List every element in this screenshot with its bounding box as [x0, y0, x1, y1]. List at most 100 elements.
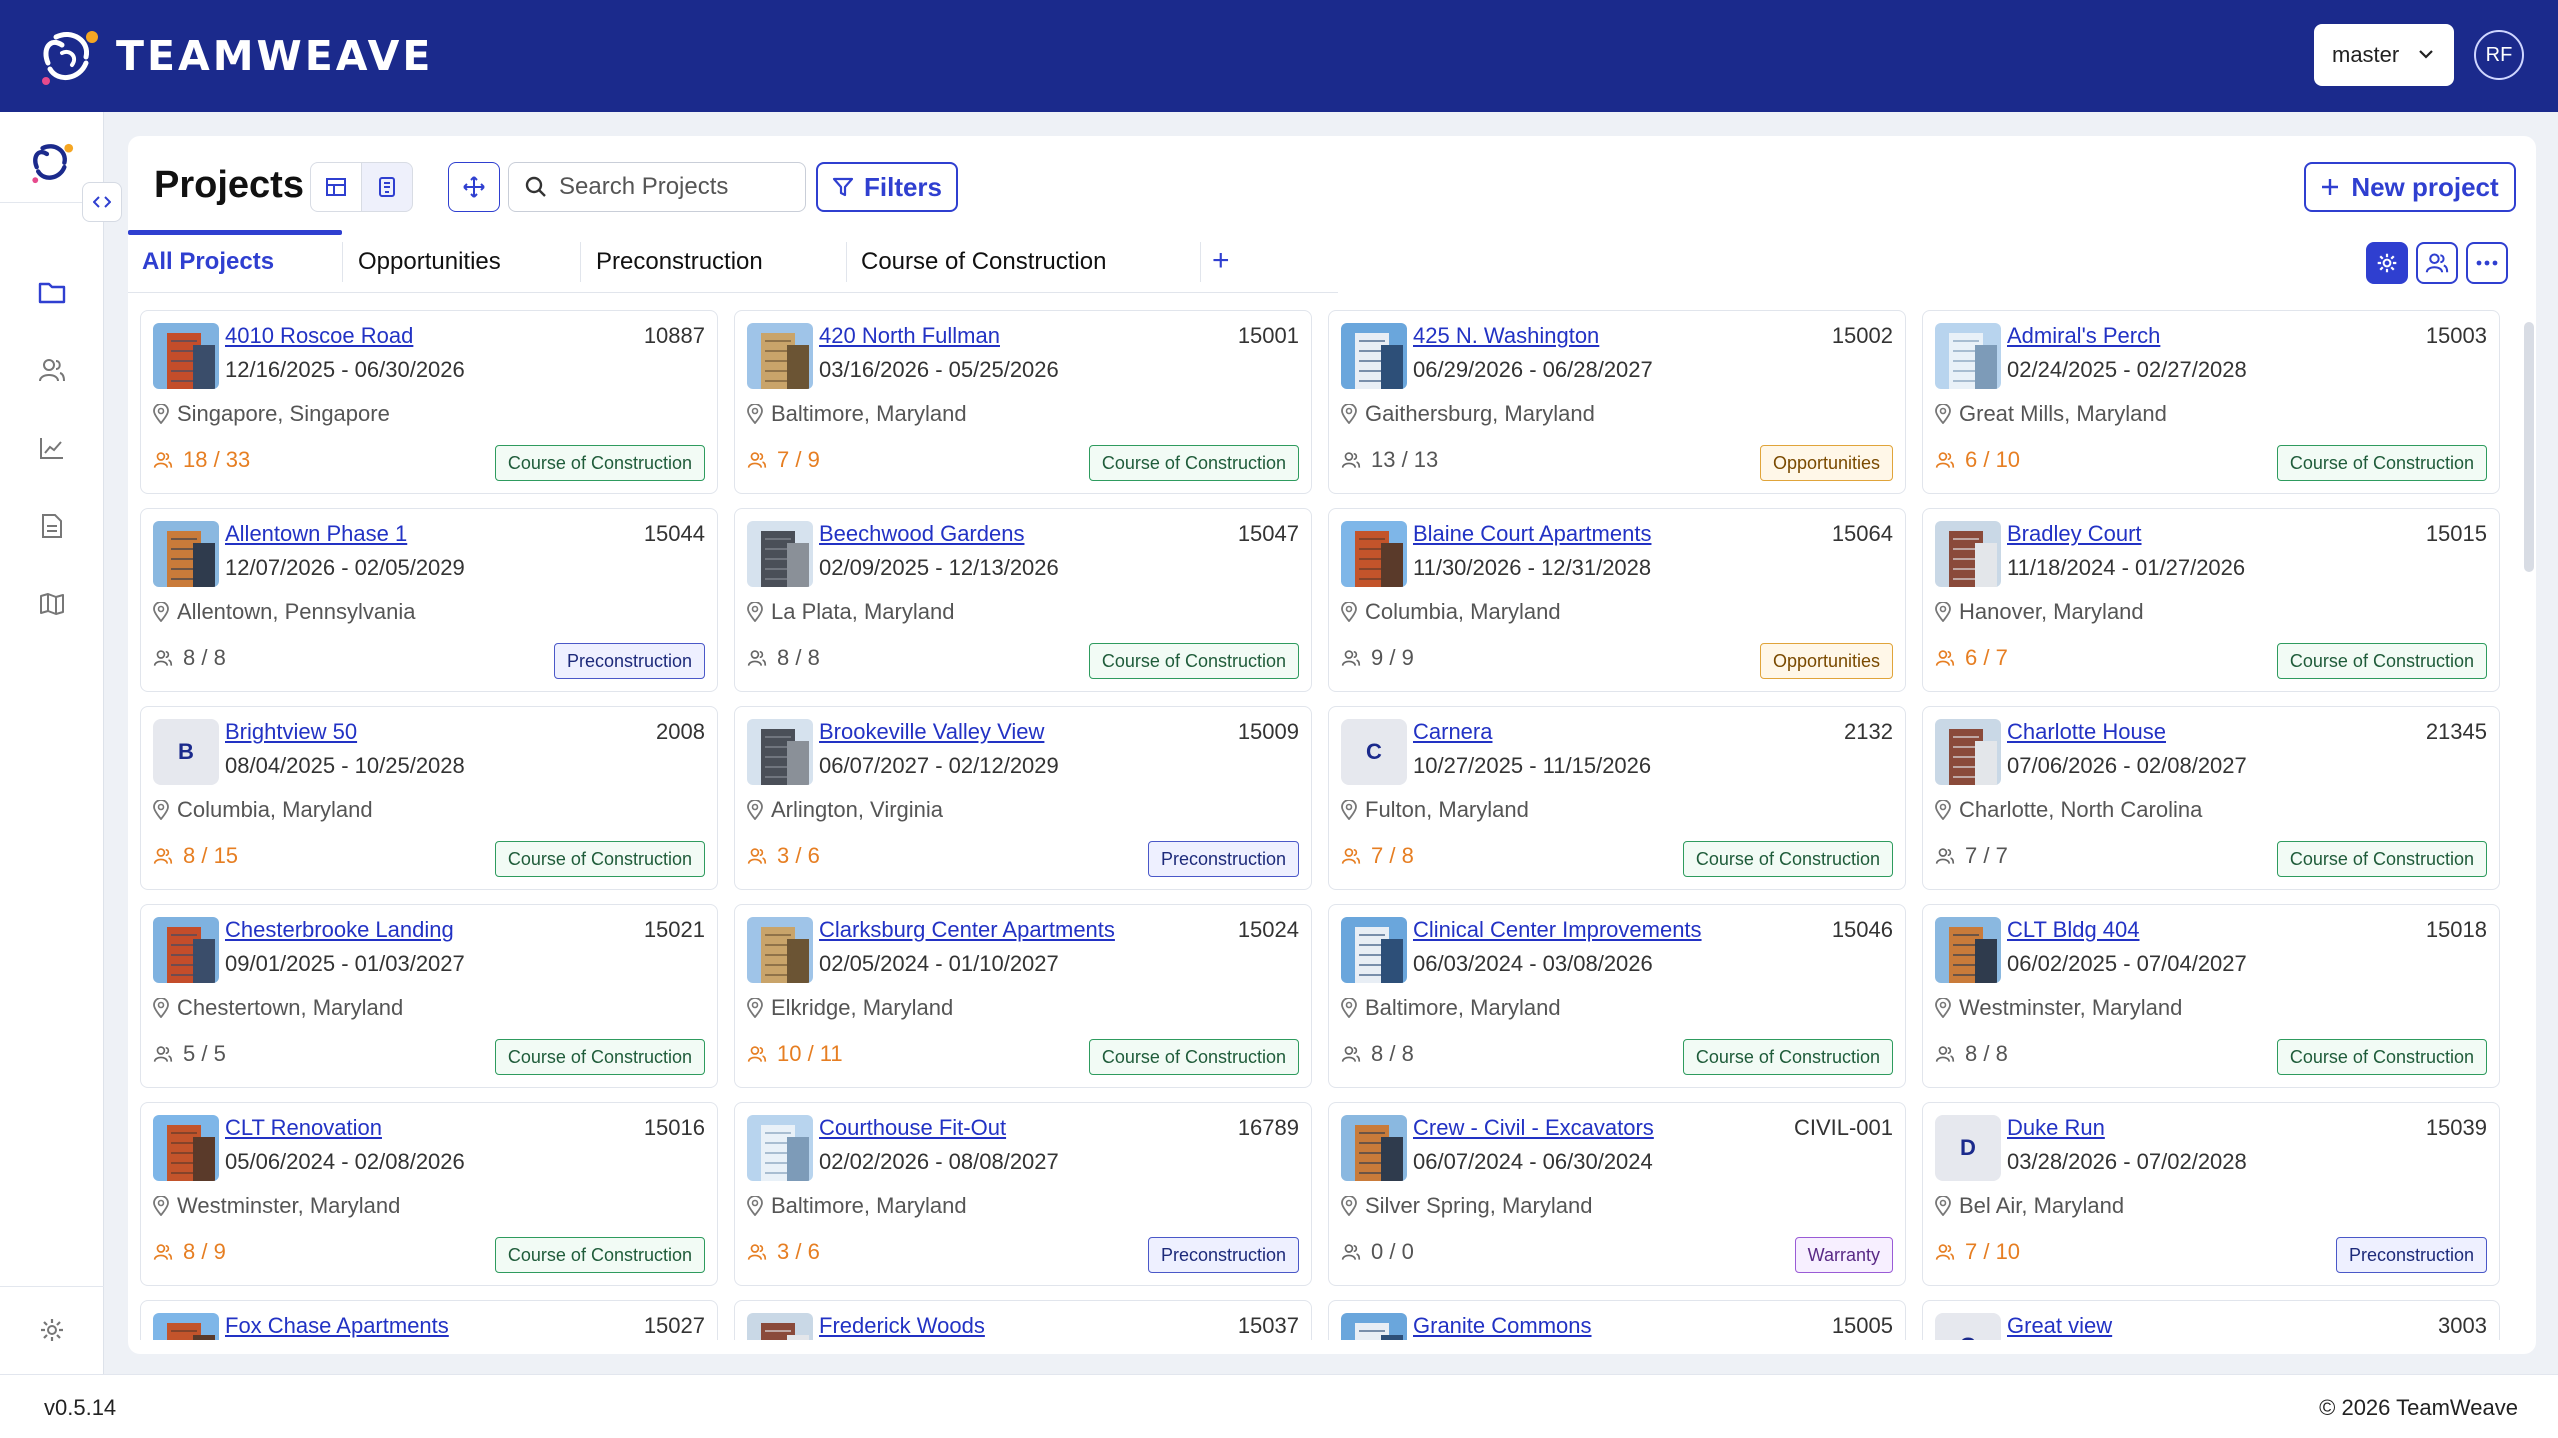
project-card[interactable]: C Carnera 2132 10/27/2025 - 11/15/2026 Fulto…	[1328, 706, 1906, 890]
tab-all-projects[interactable]: All Projects	[142, 232, 274, 292]
new-project-button[interactable]: New project	[2304, 162, 2516, 212]
project-name-link[interactable]: Crew - Civil - Excavators	[1413, 1115, 1654, 1141]
project-name-link[interactable]: Clarksburg Center Apartments	[819, 917, 1115, 943]
nav-settings[interactable]	[36, 1314, 68, 1346]
project-dates: 12/16/2025 - 06/30/2026	[225, 357, 465, 382]
project-name-link[interactable]: Beechwood Gardens	[819, 521, 1024, 547]
project-name-link[interactable]: Brightview 50	[225, 719, 357, 745]
map-view-button[interactable]	[448, 162, 500, 212]
nav-projects[interactable]	[36, 276, 68, 308]
project-card[interactable]: Allentown Phase 1 15044 12/07/2026 - 02/05…	[140, 508, 718, 692]
project-name-link[interactable]: 4010 Roscoe Road	[225, 323, 413, 349]
team-count-text: 8 / 8	[777, 645, 820, 670]
add-tab-button[interactable]: +	[1212, 244, 1230, 278]
map-icon	[40, 593, 64, 615]
project-card[interactable]: Bradley Court 15015 11/18/2024 - 01/27/202…	[1922, 508, 2500, 692]
sidebar-logo[interactable]	[28, 138, 76, 191]
project-card[interactable]: 420 North Fullman 15001 03/16/2026 - 05/25…	[734, 310, 1312, 494]
project-name-link[interactable]: Admiral's Perch	[2007, 323, 2160, 349]
table-view-button[interactable]	[310, 162, 362, 212]
tab-course-of-construction[interactable]: Course of Construction	[861, 232, 1106, 292]
nav-map[interactable]	[36, 588, 68, 620]
project-name-link[interactable]: Blaine Court Apartments	[1413, 521, 1651, 547]
team-filter-button[interactable]	[2416, 242, 2458, 284]
project-thumbnail	[1341, 1313, 1407, 1340]
project-location: Great Mills, Maryland	[1935, 401, 2167, 427]
project-team-count: 18 / 33	[153, 447, 250, 473]
project-name-link[interactable]: Courthouse Fit-Out	[819, 1115, 1006, 1141]
project-name-link[interactable]: Clinical Center Improvements	[1413, 917, 1702, 943]
project-name-link[interactable]: CLT Bldg 404	[2007, 917, 2140, 943]
project-location-text: Baltimore, Maryland	[771, 1193, 967, 1218]
brand-logo[interactable]: TEAMWEAVE	[36, 20, 433, 92]
team-count-text: 5 / 5	[183, 1041, 226, 1066]
project-card[interactable]: GGreat view 3003	[1922, 1300, 2500, 1340]
project-thumbnail	[153, 917, 219, 983]
project-name-link[interactable]: 425 N. Washington	[1413, 323, 1599, 349]
chevron-down-icon	[2419, 50, 2433, 59]
project-name-link[interactable]: Duke Run	[2007, 1115, 2105, 1141]
project-card[interactable]: Clinical Center Improvements 15046 06/03/2…	[1328, 904, 1906, 1088]
search-box[interactable]	[508, 162, 806, 212]
active-tab-indicator	[128, 230, 342, 235]
status-badge: Course of Construction	[494, 1237, 705, 1273]
project-card[interactable]: B Brightview 50 2008 08/04/2025 - 10/25/202…	[140, 706, 718, 890]
project-location: Singapore, Singapore	[153, 401, 390, 427]
project-card[interactable]: Clarksburg Center Apartments 15024 02/05/2…	[734, 904, 1312, 1088]
project-name-link[interactable]: CLT Renovation	[225, 1115, 382, 1141]
project-name-link[interactable]: Bradley Court	[2007, 521, 2142, 547]
project-card[interactable]: Beechwood Gardens 15047 02/09/2025 - 12/13…	[734, 508, 1312, 692]
scrollbar-thumb[interactable]	[2524, 322, 2534, 572]
project-card[interactable]: 425 N. Washington 15002 06/29/2026 - 06/28…	[1328, 310, 1906, 494]
project-card[interactable]: 4010 Roscoe Road 10887 12/16/2025 - 06/30/…	[140, 310, 718, 494]
project-name-link[interactable]: Charlotte House	[2007, 719, 2166, 745]
new-project-label: New project	[2351, 171, 2499, 202]
footer: v0.5.14 © 2026 TeamWeave	[0, 1374, 2558, 1438]
project-card[interactable]: Brookeville Valley View 15009 06/07/2027 -…	[734, 706, 1312, 890]
nav-documents[interactable]	[36, 510, 68, 542]
team-icon	[153, 848, 173, 864]
card-view-button[interactable]	[361, 162, 413, 212]
nav-people[interactable]	[36, 354, 68, 386]
project-card[interactable]: Frederick Woods 15037	[734, 1300, 1312, 1340]
status-badge: Course of Construction	[2276, 841, 2487, 877]
settings-button[interactable]	[2366, 242, 2408, 284]
project-card[interactable]: Chesterbrooke Landing 15021 09/01/2025 - 0…	[140, 904, 718, 1088]
project-name-link[interactable]: Fox Chase Apartments	[225, 1313, 449, 1339]
more-options-button[interactable]	[2466, 242, 2508, 284]
filters-button[interactable]: Filters	[816, 162, 958, 212]
project-thumbnail	[1341, 521, 1407, 587]
project-name-link[interactable]: Brookeville Valley View	[819, 719, 1044, 745]
branch-selector[interactable]: master	[2314, 24, 2454, 86]
project-number: 15016	[643, 1115, 705, 1140]
code-chevrons-icon	[93, 196, 111, 208]
project-name-link[interactable]: Chesterbrooke Landing	[225, 917, 454, 943]
building-icon	[379, 177, 395, 197]
project-card[interactable]: D Duke Run 15039 03/28/2026 - 07/02/2028 Bel…	[1922, 1102, 2500, 1286]
project-card[interactable]: Granite Commons 15005	[1328, 1300, 1906, 1340]
project-name-link[interactable]: Allentown Phase 1	[225, 521, 407, 547]
project-card[interactable]: CLT Renovation 15016 05/06/2024 - 02/08/20…	[140, 1102, 718, 1286]
project-card[interactable]: Admiral's Perch 15003 02/24/2025 - 02/27/2…	[1922, 310, 2500, 494]
project-card[interactable]: Courthouse Fit-Out 16789 02/02/2026 - 08/0…	[734, 1102, 1312, 1286]
project-name-link[interactable]: Carnera	[1413, 719, 1492, 745]
collapse-sidebar-button[interactable]	[82, 182, 122, 222]
tab-preconstruction[interactable]: Preconstruction	[596, 232, 763, 292]
nav-reports[interactable]	[36, 432, 68, 464]
tab-opportunities[interactable]: Opportunities	[358, 232, 501, 292]
project-card[interactable]: Blaine Court Apartments 15064 11/30/2026 -…	[1328, 508, 1906, 692]
team-icon	[1341, 1244, 1361, 1260]
team-count-text: 18 / 33	[183, 447, 251, 472]
project-card[interactable]: Charlotte House 21345 07/06/2026 - 02/08/2…	[1922, 706, 2500, 890]
project-card[interactable]: Crew - Civil - Excavators CIVIL-001 06/07/…	[1328, 1102, 1906, 1286]
user-avatar[interactable]: RF	[2474, 30, 2524, 80]
project-name-link[interactable]: Frederick Woods	[819, 1313, 985, 1339]
project-name-link[interactable]: Granite Commons	[1413, 1313, 1592, 1339]
project-card-grid: 4010 Roscoe Road 10887 12/16/2025 - 06/30/…	[140, 310, 2510, 1340]
project-card[interactable]: CLT Bldg 404 15018 06/02/2025 - 07/04/2027…	[1922, 904, 2500, 1088]
project-card[interactable]: Fox Chase Apartments 15027	[140, 1300, 718, 1340]
search-input[interactable]	[559, 173, 789, 201]
project-name-link[interactable]: 420 North Fullman	[819, 323, 1000, 349]
plus-icon	[2322, 179, 2339, 195]
project-name-link[interactable]: Great view	[2007, 1313, 2112, 1339]
